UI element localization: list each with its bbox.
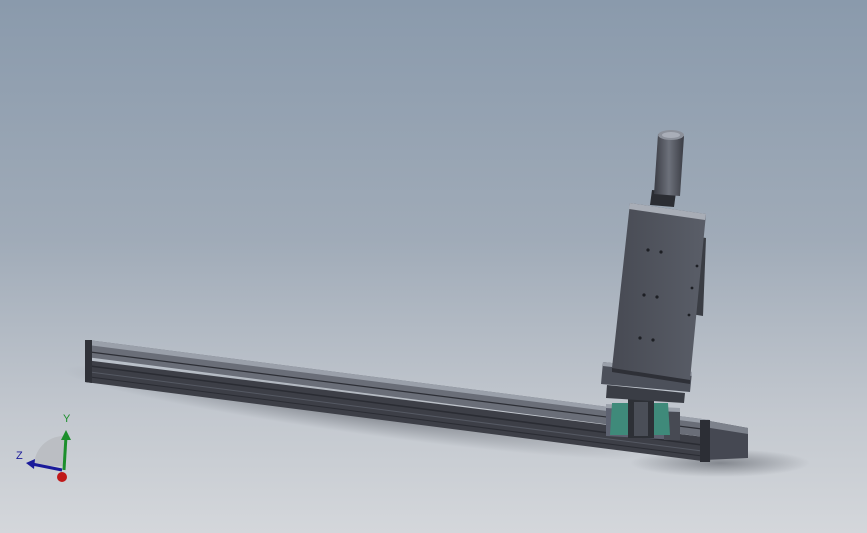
motor[interactable] — [650, 130, 684, 207]
coupling[interactable] — [610, 398, 670, 438]
y-axis-label: Y — [63, 413, 71, 425]
model-canvas[interactable] — [0, 0, 867, 533]
z-axis-label: Z — [16, 450, 23, 462]
coordinate-triad[interactable] — [26, 430, 71, 482]
y-axis-arrow — [62, 435, 68, 471]
x-axis-dot — [57, 472, 67, 482]
vertical-actuator[interactable] — [601, 203, 706, 403]
graphics-viewport[interactable]: Y Z — [0, 0, 867, 533]
